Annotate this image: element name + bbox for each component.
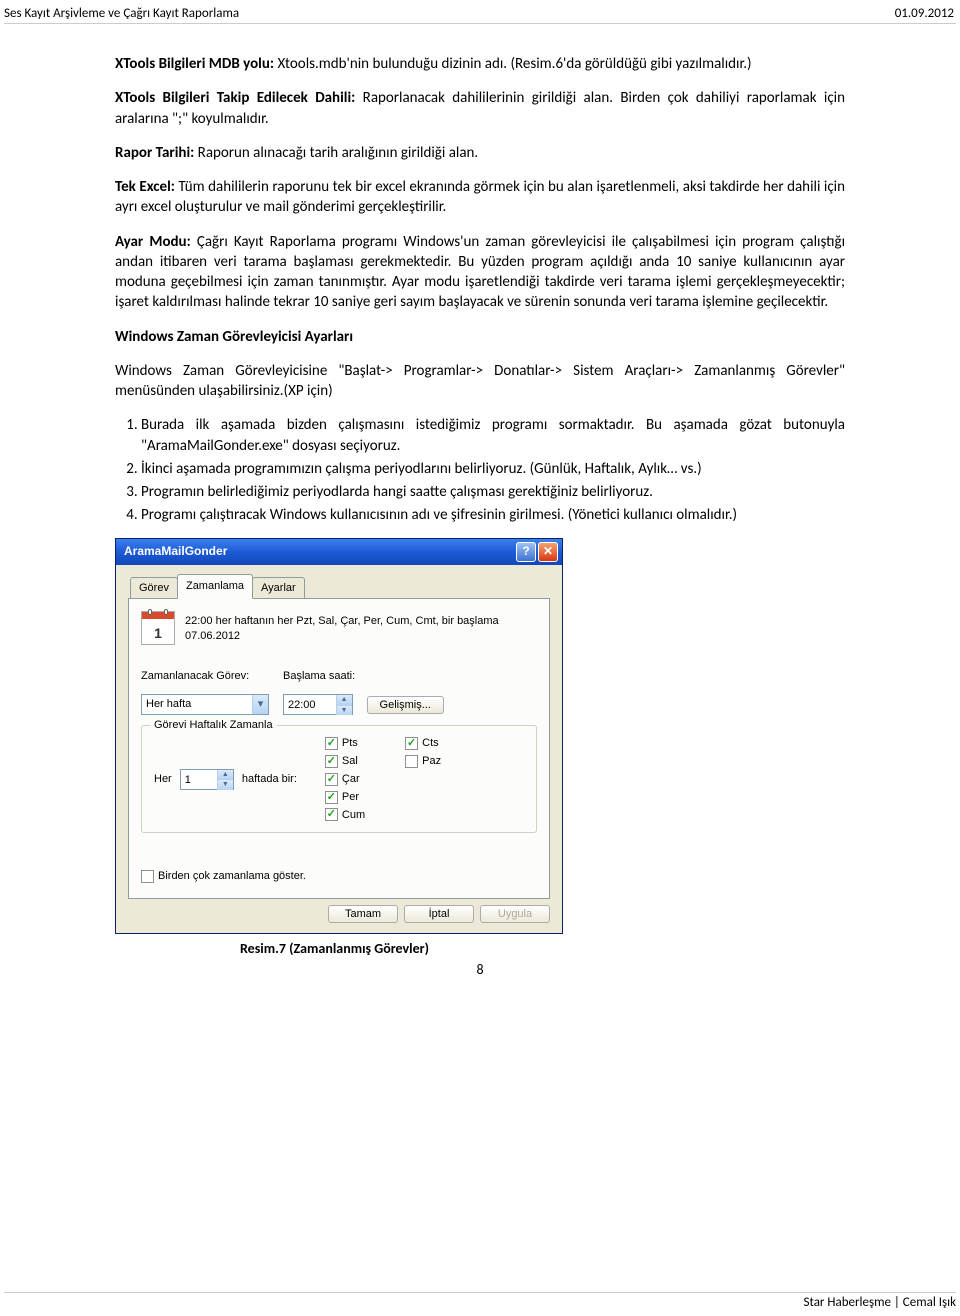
label-every: Her — [154, 772, 172, 787]
para-mdb: XTools Bilgileri MDB yolu: Xtools.mdb'ni… — [115, 54, 845, 74]
tab-strip: Görev Zamanlama Ayarlar — [128, 573, 550, 599]
checkbox-per[interactable]: Per — [325, 790, 365, 805]
task-frequency-value: Her hafta — [146, 697, 252, 712]
label-ayar: Ayar Modu: — [115, 233, 197, 251]
row-labels: Zamanlanacak Görev: Başlama saati: — [141, 669, 537, 684]
close-button[interactable]: ✕ — [538, 542, 558, 562]
apply-button[interactable]: Uygula — [480, 905, 550, 923]
header-right: 01.09.2012 — [895, 6, 954, 21]
page-footer: Star Haberleşme | Cemal Işık — [4, 1292, 956, 1310]
checkbox-paz[interactable]: Paz — [405, 754, 441, 769]
ok-button[interactable]: Tamam — [328, 905, 398, 923]
checkbox-multi-schedule[interactable]: Birden çok zamanlama göster. — [141, 869, 537, 884]
week-count-value: 1 — [181, 770, 217, 789]
start-time-value: 22:00 — [284, 695, 336, 714]
multi-schedule-label: Birden çok zamanlama göster. — [158, 869, 306, 884]
day-label-pzt: Pts — [342, 736, 358, 751]
schedule-summary: 1 22:00 her haftanın her Pzt, Sal, Çar, … — [141, 611, 537, 645]
para-tarih: Rapor Tarihi: Raporun alınacağı tarih ar… — [115, 143, 845, 163]
chevron-down-icon[interactable]: ▼ — [336, 706, 352, 715]
days-grid: Pts Sal Çar Per Cum Cts Paz — [325, 736, 441, 822]
checkbox-car[interactable]: Çar — [325, 772, 365, 787]
check-icon — [325, 808, 338, 821]
label-excel: Tek Excel: — [115, 178, 178, 196]
label-mdb: XTools Bilgileri MDB yolu: — [115, 55, 277, 73]
para-excel: Tek Excel: Tüm dahililerin raporunu tek … — [115, 177, 845, 218]
chevron-up-icon[interactable]: ▲ — [217, 770, 233, 780]
days-col-1: Pts Sal Çar Per Cum — [325, 736, 365, 822]
calendar-icon: 1 — [141, 611, 175, 645]
label-dahili: XTools Bilgileri Takip Edilecek Dahili: — [115, 89, 363, 107]
tab-settings[interactable]: Ayarlar — [252, 577, 305, 600]
row-controls: Her hafta ▾ 22:00 ▲▼ Gelişmiş... — [141, 694, 537, 715]
figure-caption: Resim.7 (Zamanlanmış Görevler) — [240, 940, 845, 959]
footer-text: Star Haberleşme | Cemal Işık — [804, 1295, 956, 1310]
weekly-fieldset: Görevi Haftalık Zamanla Her 1 ▲▼ haftada… — [141, 725, 537, 833]
text-excel: Tüm dahililerin raporunu tek bir excel e… — [115, 178, 845, 216]
dialog-titlebar[interactable]: AramaMailGonder ? ✕ — [116, 539, 562, 565]
step-1: Burada ilk aşamada bizden çalışmasını is… — [141, 415, 845, 456]
chevron-down-icon: ▾ — [252, 695, 268, 714]
day-label-per: Per — [342, 790, 359, 805]
chevron-down-icon[interactable]: ▼ — [217, 780, 233, 789]
help-button[interactable]: ? — [516, 542, 536, 562]
step-3: Programın belirlediğimiz periyodlarda ha… — [141, 482, 845, 502]
text-tarih: Raporun alınacağı tarih aralığının giril… — [198, 144, 479, 162]
dialog-title: AramaMailGonder — [124, 543, 514, 559]
step-2: İkinci aşamada programımızın çalışma per… — [141, 459, 845, 479]
text-mdb: Xtools.mdb'nin bulunduğu dizinin adı. (R… — [277, 55, 751, 73]
para-dahili: XTools Bilgileri Takip Edilecek Dahili: … — [115, 88, 845, 129]
step-4: Programı çalıştıracak Windows kullanıcıs… — [141, 505, 845, 525]
label-tarih: Rapor Tarihi: — [115, 144, 198, 162]
document-content: XTools Bilgileri MDB yolu: Xtools.mdb'ni… — [0, 24, 960, 980]
para-ayar: Ayar Modu: Çağrı Kayıt Raporlama program… — [115, 232, 845, 313]
steps-list: Burada ilk aşamada bizden çalışmasını is… — [115, 415, 845, 525]
checkbox-sal[interactable]: Sal — [325, 754, 365, 769]
check-icon — [325, 737, 338, 750]
week-row: Her 1 ▲▼ haftada bir: Pts Sal Çar Per — [154, 736, 524, 822]
checkbox-empty-icon — [141, 870, 154, 883]
day-label-paz: Paz — [422, 754, 441, 769]
page-header: Ses Kayıt Arşivleme ve Çağrı Kayıt Rapor… — [0, 0, 960, 23]
check-icon — [325, 791, 338, 804]
fieldset-legend: Görevi Haftalık Zamanla — [150, 718, 277, 733]
start-time-spinner[interactable]: 22:00 ▲▼ — [283, 694, 353, 715]
cancel-button[interactable]: İptal — [404, 905, 474, 923]
checkbox-cts[interactable]: Cts — [405, 736, 441, 751]
dialog-body: Görev Zamanlama Ayarlar 1 22:00 her haft… — [116, 565, 562, 934]
label-weeks: haftada bir: — [242, 772, 297, 787]
day-label-car: Çar — [342, 772, 360, 787]
checkbox-cum[interactable]: Cum — [325, 808, 365, 823]
tab-panel-schedule: 1 22:00 her haftanın her Pzt, Sal, Çar, … — [128, 598, 550, 899]
tab-schedule[interactable]: Zamanlama — [177, 574, 253, 600]
para-menu-path: Windows Zaman Görevleyicisine "Başlat-> … — [115, 361, 845, 402]
advanced-button[interactable]: Gelişmiş... — [367, 696, 444, 714]
schedule-summary-text: 22:00 her haftanın her Pzt, Sal, Çar, Pe… — [185, 611, 537, 644]
checkbox-pzt[interactable]: Pts — [325, 736, 365, 751]
heading-scheduler: Windows Zaman Görevleyicisi Ayarları — [115, 327, 845, 347]
text-ayar: Çağrı Kayıt Raporlama programı Windows'u… — [115, 233, 845, 312]
chevron-up-icon[interactable]: ▲ — [336, 695, 352, 705]
page-number: 8 — [115, 961, 845, 980]
checkbox-empty-icon — [405, 755, 418, 768]
tab-task[interactable]: Görev — [130, 577, 178, 600]
days-col-2: Cts Paz — [405, 736, 441, 822]
day-label-cts: Cts — [422, 736, 439, 751]
label-task: Zamanlanacak Görev: — [141, 669, 269, 684]
label-start: Başlama saati: — [283, 669, 355, 684]
dialog-button-row: Tamam İptal Uygula — [128, 899, 550, 923]
header-left: Ses Kayıt Arşivleme ve Çağrı Kayıt Rapor… — [4, 6, 239, 21]
check-icon — [405, 737, 418, 750]
check-icon — [325, 773, 338, 786]
day-label-sal: Sal — [342, 754, 358, 769]
week-count-spinner[interactable]: 1 ▲▼ — [180, 769, 234, 790]
check-icon — [325, 755, 338, 768]
task-frequency-select[interactable]: Her hafta ▾ — [141, 694, 269, 715]
scheduler-dialog: AramaMailGonder ? ✕ Görev Zamanlama Ayar… — [115, 538, 563, 935]
day-label-cum: Cum — [342, 808, 365, 823]
